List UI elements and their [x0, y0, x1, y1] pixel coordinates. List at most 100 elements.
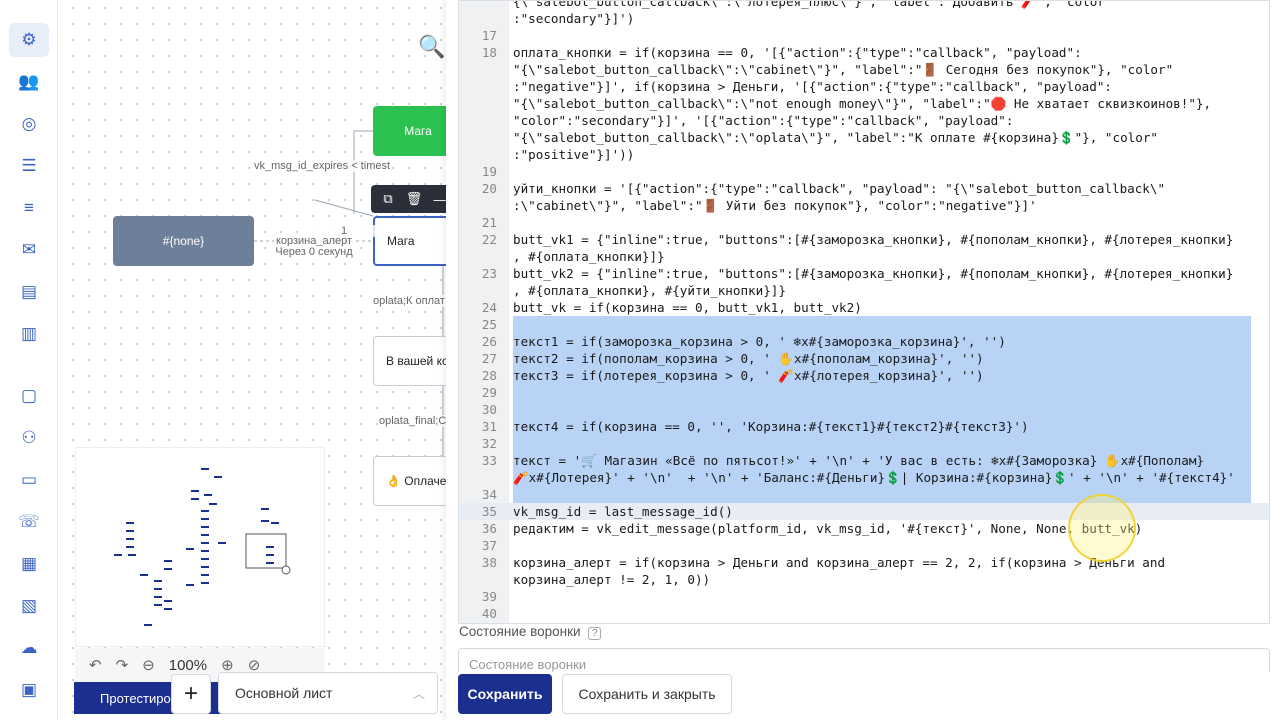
help-icon[interactable]: ? [588, 627, 602, 640]
node-cart[interactable]: В вашей кор [373, 336, 450, 386]
code-line: "{\"salebot_button_callback\":\"not enou… [459, 95, 1269, 112]
code-line: 🧨x#{Лотерея}' + '\n' + '\n' + 'Баланс:#{… [459, 469, 1269, 486]
doc-settings-icon[interactable]: ▧ [17, 594, 41, 618]
code-line: 33 текст = '🛒 Магазин «Всё по пятьсот!»' … [459, 452, 1269, 469]
code-line: , #{оплата_кнопки}]} [459, 248, 1269, 265]
line-number: 27 [481, 351, 497, 366]
code-line: , #{оплата_кнопки}, #{уйти_кнопки}]} [459, 282, 1269, 299]
phone-icon[interactable]: ☏ [17, 510, 41, 534]
line-code: текст4 = if(корзина == 0, '', 'Корзина:#… [513, 419, 1029, 434]
line-number: 22 [481, 232, 497, 247]
edge-label-alert-time: Через 0 секунд [269, 246, 359, 258]
node-toolbar: ⧉ 🗑 — [371, 185, 450, 213]
save-button[interactable]: Сохранить [458, 674, 552, 714]
code-line: 31 текст4 = if(корзина == 0, '', 'Корзина… [459, 418, 1269, 435]
code-line: 22 butt_vk1 = {"inline":true, "buttons":[… [459, 231, 1269, 248]
line-code: корзина_алерт != 2, 1, 0)) [513, 572, 711, 587]
sheet-select-value: Основной лист [235, 685, 333, 701]
node-shop-selected[interactable]: Мага [373, 216, 450, 266]
line-code: {\"salebot_button_callback\":\"лотерея_п… [513, 0, 1113, 9]
minimap[interactable] [75, 447, 325, 647]
line-number: 26 [481, 334, 497, 349]
line-number: 34 [481, 487, 497, 502]
line-number: 31 [481, 419, 497, 434]
line-code: , #{оплата_кнопки}]} [513, 249, 665, 264]
line-number: 33 [481, 453, 497, 468]
code-line: 27 текст2 = if(пополам_корзина > 0, ' ✋x#… [459, 350, 1269, 367]
search-icon[interactable]: 🔍 [418, 34, 445, 60]
wallet-icon[interactable]: ▣ [17, 678, 41, 702]
code-line: :\"cabinet\"}", "label":"🚪 Уйти без поку… [459, 197, 1269, 214]
code-line: 24 butt_vk = if(корзина == 0, butt_vk1, b… [459, 299, 1269, 316]
line-code: :"secondary"}]') [513, 11, 635, 26]
target-icon[interactable]: ◎ [17, 112, 41, 136]
line-code: 🧨x#{Лотерея}' + '\n' + '\n' + 'Баланс:#{… [513, 470, 1235, 485]
code-line: "color":"secondary"}]', '[{"action":{"ty… [459, 112, 1269, 129]
line-code: "{\"salebot_button_callback\":\"oplata\"… [513, 130, 1158, 145]
bullet-list-icon[interactable]: ≡ [17, 196, 41, 220]
state-label-text: Состояние воронки [459, 624, 581, 639]
network-icon[interactable]: ⚇ [17, 426, 41, 450]
flow-canvas[interactable]: 🔍 #{none} Мага ⧉ 🗑 — Мага В вашей кор 👌 … [65, 0, 450, 720]
node-paid[interactable]: 👌 Оплачен [373, 456, 450, 506]
save-close-button[interactable]: Сохранить и закрыть [562, 674, 732, 714]
undo-icon[interactable]: ↶ [89, 656, 102, 674]
zoom-out-icon[interactable]: ⊖ [142, 656, 155, 674]
code-line: 40 [459, 605, 1269, 622]
line-number: 18 [481, 45, 497, 60]
redo-icon[interactable]: ↷ [116, 656, 129, 674]
line-number: 29 [481, 385, 497, 400]
apps-icon[interactable]: ▦ [17, 552, 41, 576]
mail-icon[interactable]: ✉ [17, 238, 41, 262]
code-line: :"negative"}]', if(корзина > Деньги, '[{… [459, 78, 1269, 95]
line-number: 40 [481, 606, 497, 621]
line-code: , #{оплата_кнопки}, #{уйти_кнопки}]} [513, 283, 786, 298]
line-number: 32 [481, 436, 497, 451]
node-shop-green[interactable]: Мага [373, 106, 450, 156]
cloud-icon[interactable]: ☁ [17, 636, 41, 660]
chat-icon[interactable]: ▢ [17, 384, 41, 408]
line-code: оплата_кнопки = if(корзина == 0, '[{"act… [513, 45, 1082, 60]
line-number: 25 [481, 317, 497, 332]
state-label: Состояние воронки ? [459, 624, 602, 640]
code-line: "{\"salebot_button_callback\":\"cabinet\… [459, 61, 1269, 78]
chart-icon[interactable]: ▥ [17, 322, 41, 346]
line-number: 37 [481, 538, 497, 553]
add-sheet-button[interactable]: + [171, 674, 211, 714]
card-icon[interactable]: ▭ [17, 468, 41, 492]
line-code: корзина_алерт = if(корзина > Деньги and … [513, 555, 1166, 570]
minimap-graph [114, 468, 291, 626]
code-line: 26 текст1 = if(заморозка_корзина > 0, ' ❄… [459, 333, 1269, 350]
code-line: 28 текст3 = if(лотерея_корзина > 0, ' 🧨x#… [459, 367, 1269, 384]
code-line: 23 butt_vk2 = {"inline":true, "buttons":[… [459, 265, 1269, 282]
line-number: 20 [481, 181, 497, 196]
layers-icon[interactable]: ▤ [17, 280, 41, 304]
code-line: 19 [459, 163, 1269, 180]
trash-icon[interactable]: 🗑 [403, 191, 425, 207]
sheet-select[interactable]: Основной лист ︿ [218, 672, 438, 714]
code-line: "{\"salebot_button_callback\":\"oplata\"… [459, 129, 1269, 146]
users-icon[interactable]: 👥 [17, 70, 41, 94]
line-number: 39 [481, 589, 497, 604]
code-line: :"secondary"}]') [459, 10, 1269, 27]
list-icon[interactable]: ☰ [17, 154, 41, 178]
line-code: текст3 = if(лотерея_корзина > 0, ' 🧨x#{л… [513, 368, 984, 383]
sidebar: ⚙ 👥 ◎ ☰ ≡ ✉ ▤ ▥ ▢ ⚇ ▭ ☏ ▦ ▧ ☁ ▣ [0, 0, 58, 720]
edge-label-oplata: oplata;К оплат [373, 295, 445, 307]
line-code: butt_vk = if(корзина == 0, butt_vk1, but… [513, 300, 862, 315]
copy-icon[interactable]: ⧉ [377, 191, 399, 207]
state-input[interactable]: Состояние воронки [458, 648, 1270, 672]
edge-label-final: oplata_final;C [379, 415, 447, 427]
flow-icon[interactable]: ⚙ [9, 23, 49, 57]
code-line: 17 [459, 27, 1269, 44]
code-line: 32 [459, 435, 1269, 452]
line-number: 30 [481, 402, 497, 417]
code-editor[interactable]: {\"salebot_button_callback\":\"лотерея_п… [458, 0, 1270, 624]
line-code: :"negative"}]', if(корзина > Деньги, '[{… [513, 79, 1112, 94]
line-number: 17 [481, 28, 497, 43]
line-number: 19 [481, 164, 497, 179]
line-number: 21 [481, 215, 497, 230]
line-number: 24 [481, 300, 497, 315]
line-code: butt_vk2 = {"inline":true, "buttons":[#{… [513, 266, 1234, 281]
node-none[interactable]: #{none} [113, 216, 254, 266]
